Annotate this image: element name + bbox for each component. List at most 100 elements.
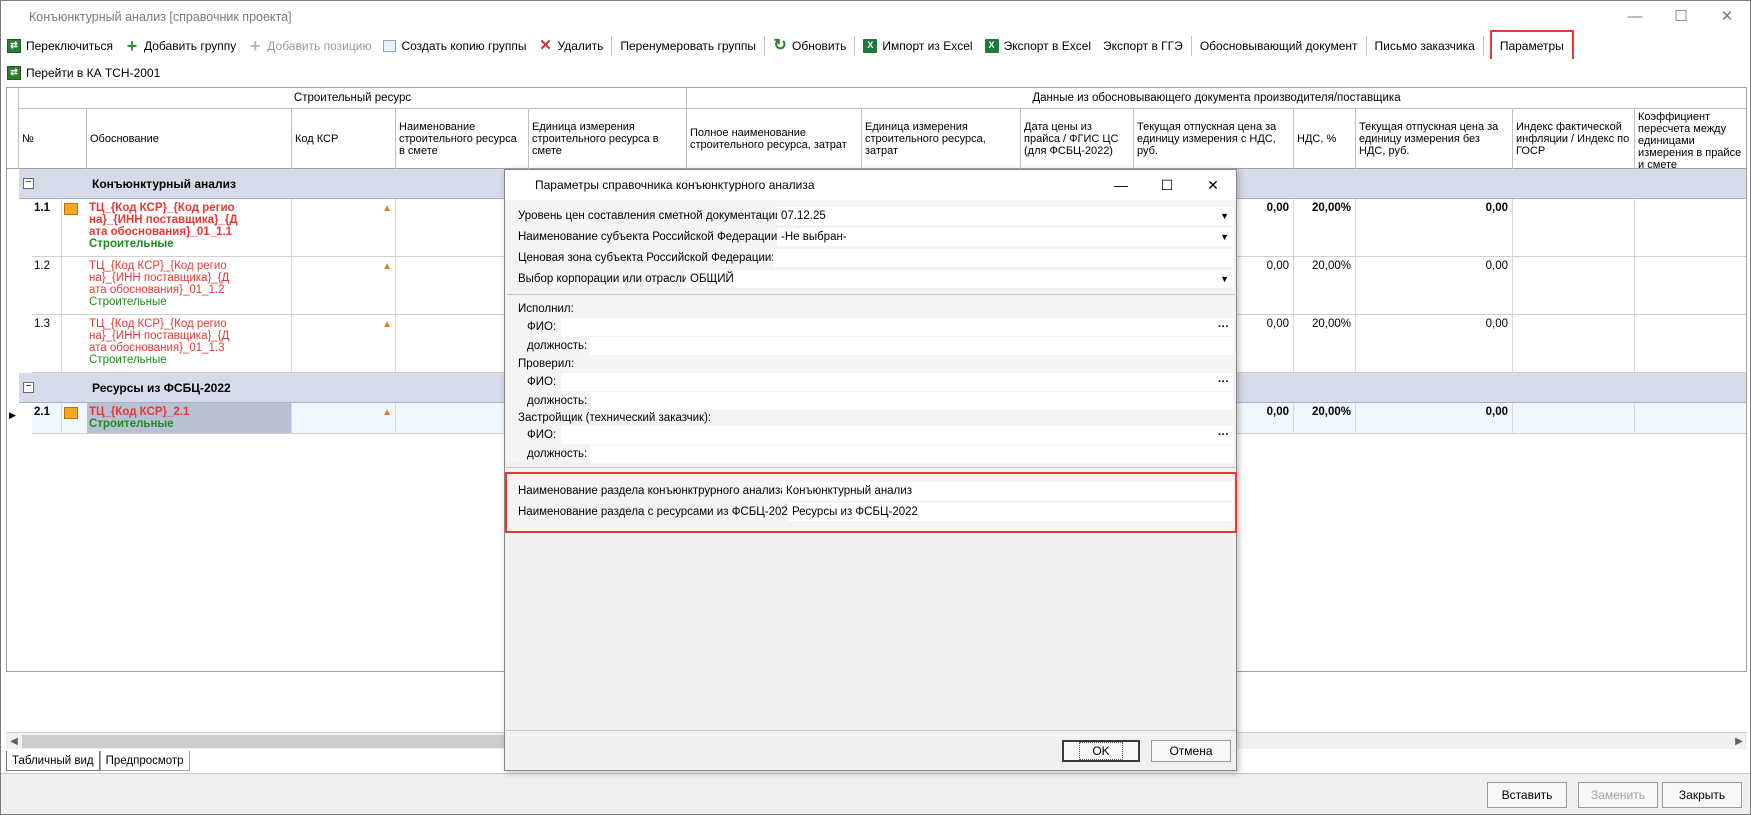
refresh-button[interactable]: ↻ Обновить <box>767 34 852 57</box>
subject-select[interactable]: -Не выбран- ▼ <box>777 228 1233 246</box>
ksr-lookup-icon[interactable]: ▲ <box>382 261 392 272</box>
close-window-button[interactable]: ✕ <box>1704 1 1750 31</box>
ksr-cell[interactable]: ▲ <box>292 403 396 433</box>
price-novat-cell[interactable]: 0,00 <box>1356 257 1513 314</box>
tab-preview[interactable]: Предпросмотр <box>99 751 190 771</box>
minimize-button[interactable]: — <box>1612 1 1658 31</box>
inflation-cell[interactable] <box>1513 257 1635 314</box>
executor-fio-field[interactable]: ··· <box>561 318 1233 336</box>
ellipsis-icon[interactable]: ··· <box>1218 373 1229 391</box>
vat-cell[interactable]: 20,00% <box>1294 315 1356 372</box>
export-excel-button[interactable]: X Экспорт в Excel <box>979 34 1097 57</box>
inflation-cell[interactable] <box>1513 403 1635 433</box>
customer-letter-button[interactable]: Письмо заказчика <box>1369 34 1481 57</box>
view-tabs: Табличный вид Предпросмотр <box>6 751 190 771</box>
chevron-down-icon[interactable]: ▼ <box>1220 228 1229 246</box>
price-novat-cell[interactable]: 0,00 <box>1356 315 1513 372</box>
coef-cell[interactable] <box>1635 199 1746 256</box>
copy-icon <box>383 39 397 52</box>
bottom-bar: Вставить Заменить Закрыть <box>1 773 1750 814</box>
justifying-document-button[interactable]: Обосновывающий документ <box>1194 34 1364 57</box>
col-inflation[interactable]: Индекс фактической инфляции / Индекс по … <box>1513 109 1635 169</box>
price-zone-field[interactable] <box>773 249 1233 267</box>
ksr-lookup-icon[interactable]: ▲ <box>382 319 392 330</box>
col-res-name[interactable]: Наименование строительного ресурса в сме… <box>396 109 529 169</box>
import-excel-button[interactable]: X Импорт из Excel <box>857 34 978 57</box>
group-name: Ресурсы из ФСБЦ-2022 <box>92 380 231 395</box>
col-price-date[interactable]: Дата цены из прайса / ФГИС ЦС (для ФСБЦ-… <box>1021 109 1134 169</box>
ellipsis-icon[interactable]: ··· <box>1218 426 1229 444</box>
basis-cell[interactable]: ТЦ_{Код КСР}_{Код регио на}_{ИНН поставщ… <box>87 257 292 314</box>
dialog-maximize-button[interactable]: ☐ <box>1144 170 1190 200</box>
checker-section-label: Проверил: <box>518 358 575 370</box>
vat-cell[interactable]: 20,00% <box>1294 403 1356 433</box>
ksr-cell[interactable]: ▲ <box>292 199 396 256</box>
goto-tsn2001-button[interactable]: ⇄ Перейти в КА ТСН-2001 <box>1 61 166 84</box>
executor-section-label: Исполнил: <box>518 303 574 315</box>
basis-cell[interactable]: ТЦ_{Код КСР}_{Код регио на}_{ИНН поставщ… <box>87 315 292 372</box>
ksr-cell[interactable]: ▲ <box>292 315 396 372</box>
dialog-form: Уровень цен составления сметной документ… <box>506 200 1237 463</box>
copy-group-button[interactable]: Создать копию группы <box>377 34 532 57</box>
corp-select[interactable]: ОБЩИЙ ▼ <box>686 270 1233 288</box>
col-full-name[interactable]: Полное наименование строительного ресурс… <box>687 109 862 169</box>
col-coef[interactable]: Коэффициент пересчета между единицами из… <box>1635 109 1746 169</box>
add-group-button[interactable]: + Добавить группу <box>119 34 242 57</box>
checker-fio-field[interactable]: ··· <box>561 373 1233 391</box>
row-num: 1.2 <box>32 257 62 314</box>
vat-cell[interactable]: 20,00% <box>1294 199 1356 256</box>
renumber-groups-button[interactable]: Перенумеровать группы <box>614 34 762 57</box>
inflation-cell[interactable] <box>1513 199 1635 256</box>
dialog-close-button[interactable]: ✕ <box>1190 170 1236 200</box>
col-basis[interactable]: Обоснование <box>87 109 292 169</box>
chevron-down-icon[interactable]: ▼ <box>1220 270 1229 288</box>
coef-cell[interactable] <box>1635 403 1746 433</box>
col-price-novat[interactable]: Текущая отпускная цена за единицу измере… <box>1356 109 1513 169</box>
parameters-button[interactable]: Параметры <box>1489 30 1574 61</box>
replace-button[interactable]: Заменить <box>1578 782 1658 808</box>
inflation-cell[interactable] <box>1513 315 1635 372</box>
switch-button[interactable]: ⇄ Переключиться <box>1 34 119 57</box>
coef-cell[interactable] <box>1635 257 1746 314</box>
price-novat-cell[interactable]: 0,00 <box>1356 403 1513 433</box>
vat-cell[interactable]: 20,00% <box>1294 257 1356 314</box>
col-num[interactable]: № <box>19 109 87 169</box>
header-group-document: Данные из обосновывающего документа прои… <box>687 88 1746 109</box>
ok-button[interactable]: OK <box>1062 740 1140 762</box>
collapse-toggle[interactable]: − <box>23 382 34 393</box>
export-gge-button[interactable]: Экспорт в ГГЭ <box>1097 34 1189 57</box>
col-unit[interactable]: Единица измерения строительного ресурса,… <box>862 109 1021 169</box>
basis-cell[interactable]: ТЦ_{Код КСР}_{Код регио на}_{ИНН поставщ… <box>87 199 292 256</box>
developer-fio-field[interactable]: ··· <box>561 426 1233 444</box>
maximize-button[interactable]: ☐ <box>1658 1 1704 31</box>
col-res-unit[interactable]: Единица измерения строительного ресурса … <box>529 109 687 169</box>
ellipsis-icon[interactable]: ··· <box>1218 318 1229 336</box>
scroll-thumb[interactable] <box>22 735 522 748</box>
chevron-down-icon[interactable]: ▼ <box>1220 207 1229 225</box>
scroll-right-icon[interactable]: ▶ <box>1731 733 1747 750</box>
cancel-button[interactable]: Отмена <box>1151 740 1231 762</box>
col-price-vat[interactable]: Текущая отпускная цена за единицу измере… <box>1134 109 1294 169</box>
delete-button[interactable]: ✕ Удалить <box>533 34 610 57</box>
add-position-button[interactable]: + Добавить позицию <box>242 34 377 57</box>
toolbar-separator <box>1482 35 1484 56</box>
excel-icon: X <box>984 38 999 53</box>
executor-position-field[interactable] <box>590 337 1233 355</box>
coef-cell[interactable] <box>1635 315 1746 372</box>
basis-cell[interactable]: ТЦ_{Код КСР}_2.1 Строительные <box>87 403 292 433</box>
col-ksr[interactable]: Код КСР <box>292 109 396 169</box>
close-button[interactable]: Закрыть <box>1662 782 1742 808</box>
collapse-toggle[interactable]: − <box>23 178 34 189</box>
developer-position-field[interactable] <box>590 445 1233 463</box>
col-vat[interactable]: НДС, % <box>1294 109 1356 169</box>
tab-table-view[interactable]: Табличный вид <box>6 751 100 771</box>
price-novat-cell[interactable]: 0,00 <box>1356 199 1513 256</box>
ksr-lookup-icon[interactable]: ▲ <box>382 407 392 418</box>
insert-button[interactable]: Вставить <box>1487 782 1567 808</box>
ksr-cell[interactable]: ▲ <box>292 257 396 314</box>
ksr-lookup-icon[interactable]: ▲ <box>382 203 392 214</box>
dialog-minimize-button[interactable]: — <box>1098 170 1144 200</box>
price-level-select[interactable]: 07.12.25 ▼ <box>777 207 1233 225</box>
checker-position-field[interactable] <box>590 392 1233 410</box>
scroll-left-icon[interactable]: ◀ <box>6 733 22 750</box>
